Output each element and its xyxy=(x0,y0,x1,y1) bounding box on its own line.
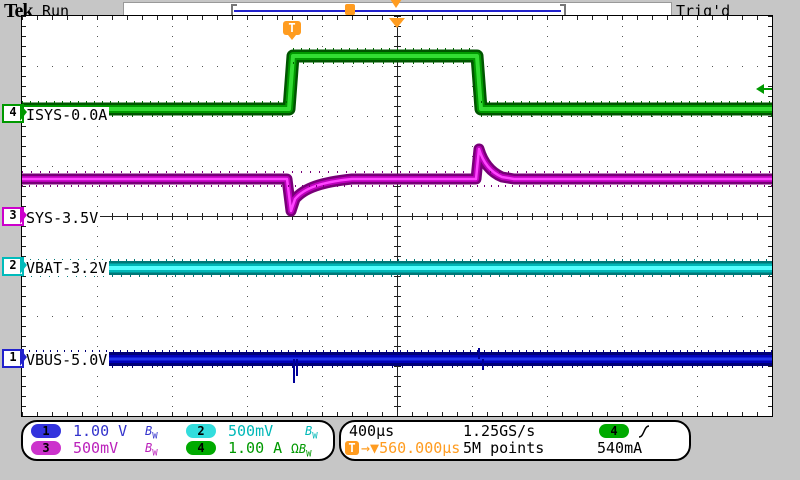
ch4-reference-flag[interactable]: 4 xyxy=(2,104,24,123)
ch2-trace xyxy=(22,260,772,276)
ch2-wave-label[interactable]: VBAT-3.2V xyxy=(24,260,109,276)
ch3-trace xyxy=(22,149,772,211)
ch4-flag-pointer xyxy=(20,104,27,121)
ch2-reference-flag[interactable]: 2 xyxy=(2,257,24,276)
ch3-flag-pointer xyxy=(20,207,27,224)
trigger-level-arrow[interactable] xyxy=(756,84,772,94)
ch3-reference-flag[interactable]: 3 xyxy=(2,207,24,226)
ch4-scale[interactable]: 1.00 A xyxy=(228,440,282,457)
ch4-wave-label[interactable]: ISYS-0.0A xyxy=(24,107,109,123)
ch1-reference-flag[interactable]: 1 xyxy=(2,349,24,368)
trigger-level-arrow-tail xyxy=(763,88,772,90)
ch4-badge[interactable]: 4 xyxy=(186,441,216,455)
trigger-delay-readout[interactable]: →▼560.000µs xyxy=(361,440,460,457)
ch4-coupling-bandwidth-icon: ΩBW xyxy=(291,440,311,463)
ch2-scale[interactable]: 500mV xyxy=(228,423,273,440)
oscilloscope-screen: Tek Run Trig'd xyxy=(0,0,800,480)
trigger-slope-icon[interactable] xyxy=(637,424,651,439)
ch3-wave-label[interactable]: SYS-3.5V xyxy=(24,210,100,226)
ch4-flag-number: 4 xyxy=(9,105,16,119)
ch1-flag-number: 1 xyxy=(9,350,16,364)
trigger-position-triangle[interactable] xyxy=(389,18,405,28)
ch1-flag-pointer xyxy=(20,349,27,366)
ch3-bandwidth-icon: BW xyxy=(145,440,158,462)
ch2-badge[interactable]: 2 xyxy=(186,424,216,438)
record-length-readout: 5M points xyxy=(463,440,544,457)
channel-readout-box[interactable]: 1 1.00 V BW 2 500mV BW 3 500mV BW 4 1.00… xyxy=(21,420,335,461)
trigger-point-flag[interactable]: T xyxy=(283,21,301,35)
ch1-trace xyxy=(22,348,772,383)
ch2-flag-pointer xyxy=(20,257,27,274)
record-trigger-position-marker[interactable] xyxy=(345,4,355,15)
trigger-source-badge[interactable]: 4 xyxy=(599,424,629,438)
ch1-scale[interactable]: 1.00 V xyxy=(73,423,127,440)
waveform-traces xyxy=(22,16,772,416)
ch1-badge[interactable]: 1 xyxy=(31,424,61,438)
ch3-flag-number: 3 xyxy=(9,208,16,222)
horizontal-trigger-readout-box[interactable]: 400µs 1.25GS/s 4 T →▼560.000µs 5M points… xyxy=(339,420,691,461)
ch2-flag-number: 2 xyxy=(9,258,16,272)
expansion-point-marker[interactable] xyxy=(388,0,404,8)
ch3-scale[interactable]: 500mV xyxy=(73,440,118,457)
timebase-readout[interactable]: 400µs xyxy=(349,423,394,440)
trigger-level-readout[interactable]: 540mA xyxy=(597,440,642,457)
ch4-trace xyxy=(22,49,772,116)
sample-rate-readout: 1.25GS/s xyxy=(463,423,535,440)
record-window-line xyxy=(234,10,561,12)
ch3-badge[interactable]: 3 xyxy=(31,441,61,455)
graticule: ISYS-0.0A SYS-3.5V VBAT-3.2V VBUS-5.0V T xyxy=(21,15,773,417)
trigger-delay-marker-icon: T xyxy=(345,441,359,455)
ch1-wave-label[interactable]: VBUS-5.0V xyxy=(24,352,109,368)
